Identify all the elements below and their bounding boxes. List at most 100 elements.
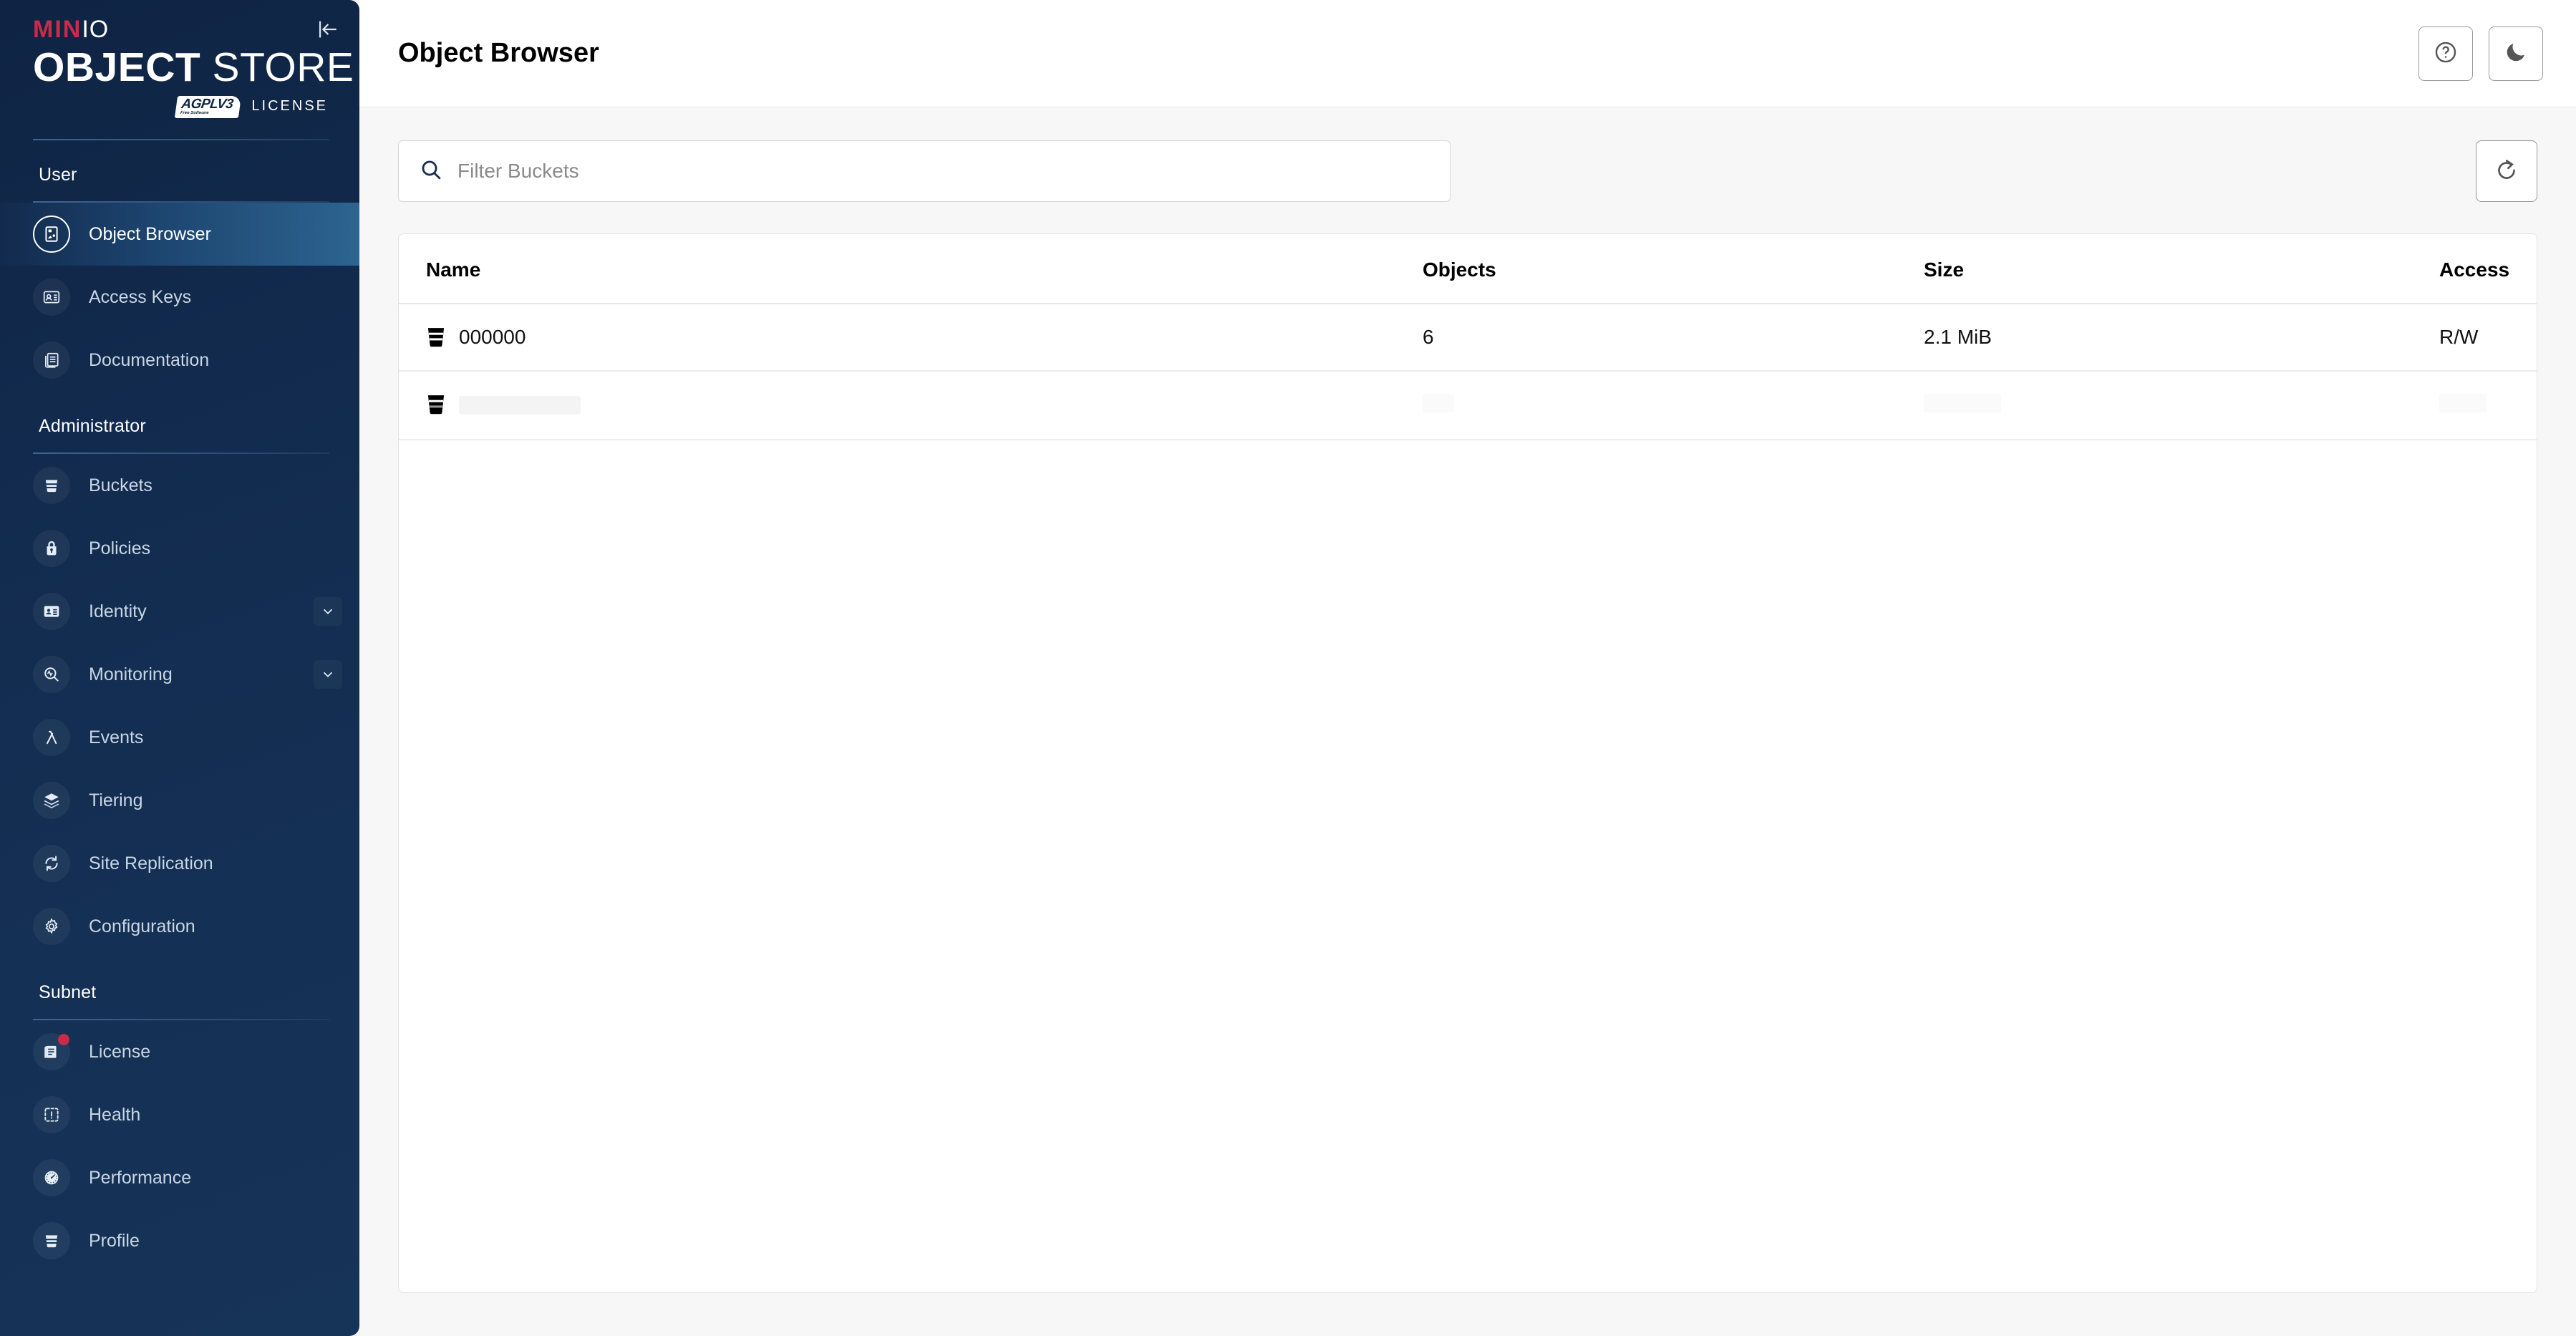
monitoring-icon [33,656,70,694]
bucket-name-cell [426,393,1423,417]
help-circle-icon [2434,40,2458,67]
table-head: Name Objects Size Access [399,234,2537,304]
bucket-objects-placeholder [1423,393,1454,412]
sidebar-item-label: Configuration [89,916,195,936]
brand-io: IO [82,16,110,43]
buckets-table-card: Name Objects Size Access 000000 6 2.1 Mi… [398,233,2537,1293]
sidebar-section-subnet: Subnet License Health Performance Profil… [0,982,359,1272]
theme-toggle-button[interactable] [2489,26,2543,81]
content-area: Name Objects Size Access [359,107,2576,1336]
agpl-subtitle: Free Software [180,110,210,115]
sidebar-item-buckets[interactable]: Buckets [0,454,359,517]
identity-card-icon [33,593,70,631]
collapse-sidebar-icon[interactable] [315,17,339,42]
topbar-actions [2418,26,2543,81]
license-badge-row: AGPLV3 Free Software LICENSE [33,95,332,118]
main-content: Object Browser Filter Buckets Name Objec… [359,0,2576,1336]
filter-row [398,140,2537,202]
product-wordmark: OBJECT STORE [33,44,354,90]
buckets-table: Name Objects Size Access 000000 6 2.1 Mi… [399,234,2537,440]
bucket-access: R/W [2439,304,2537,372]
sidebar-item-access-keys[interactable]: Access Keys [0,266,359,329]
agpl-badge: AGPLV3 Free Software [175,95,242,118]
sidebar-item-label: Access Keys [89,286,192,307]
object-browser-icon [33,216,70,253]
sidebar-item-label: Health [89,1104,141,1125]
search-input[interactable] [457,141,1430,201]
sidebar-item-label: License [89,1041,151,1062]
column-header-access[interactable]: Access [2439,234,2537,304]
sidebar-item-performance[interactable]: Performance [0,1146,359,1209]
moon-icon [2504,40,2528,67]
sidebar-item-label: Buckets [89,475,152,495]
sidebar-item-health[interactable]: Health [0,1083,359,1146]
sidebar-item-policies[interactable]: Policies [0,517,359,580]
sidebar-item-label: Profile [89,1230,140,1251]
section-label-subnet: Subnet [39,982,97,1003]
section-label-user: User [39,165,77,185]
table-row[interactable]: 000000 6 2.1 MiB R/W [399,304,2537,372]
sidebar-item-monitoring[interactable]: Monitoring [0,643,359,706]
sidebar-item-profile[interactable]: Profile [0,1209,359,1272]
license-label: LICENSE [251,98,328,115]
sidebar-item-label: Documentation [89,349,210,370]
sidebar: MINIO OBJECT STORE AGPLV3 Free Software … [0,0,359,1336]
bucket-objects: 6 [1423,304,1924,372]
gauge-icon [33,1159,70,1197]
health-icon [33,1096,70,1134]
sidebar-item-label: Monitoring [89,664,173,684]
bucket-access-placeholder [2439,393,2487,412]
bucket-icon [33,467,70,505]
sidebar-item-site-replication[interactable]: Site Replication [0,832,359,895]
sidebar-item-license[interactable]: License [0,1020,359,1083]
sidebar-item-label: Events [89,727,144,747]
agpl-version: AGPLV3 [180,96,235,112]
sidebar-item-object-browser[interactable]: Object Browser [0,203,359,266]
help-button[interactable] [2418,26,2473,81]
lambda-icon [33,719,70,757]
minio-wordmark: MINIO [33,17,332,42]
sidebar-item-configuration[interactable]: Configuration [0,895,359,958]
chevron-down-icon[interactable] [314,660,342,689]
table-body: 000000 6 2.1 MiB R/W [399,304,2537,440]
section-label-administrator: Administrator [39,416,146,437]
column-header-name[interactable]: Name [399,234,1423,304]
sidebar-item-label: Performance [89,1167,192,1188]
product-store: STORE [212,44,354,90]
sidebar-item-events[interactable]: Events [0,706,359,769]
sidebar-top-divider [33,139,329,141]
license-document-icon [33,1033,70,1071]
column-header-objects[interactable]: Objects [1423,234,1924,304]
profile-bucket-icon [33,1222,70,1260]
notification-badge [58,1034,69,1046]
sidebar-item-identity[interactable]: Identity [0,580,359,643]
sync-icon [33,845,70,883]
page-title: Object Browser [398,38,599,68]
bucket-name-cell: 000000 [426,326,1423,349]
sidebar-item-label: Object Browser [89,223,211,244]
table-row-loading[interactable] [399,371,2537,440]
sidebar-item-tiering[interactable]: Tiering [0,769,359,832]
app-root: MINIO OBJECT STORE AGPLV3 Free Software … [0,0,2576,1336]
product-object: OBJECT [33,44,201,90]
search-icon [419,158,443,185]
access-keys-icon [33,279,70,316]
sidebar-section-administrator: Administrator Buckets Policies Identity … [0,416,359,958]
sidebar-section-user: User Object Browser Access Keys Document… [0,165,359,392]
bucket-name: 000000 [459,326,526,348]
lock-icon [33,530,70,568]
bucket-size: 2.1 MiB [1924,304,2439,372]
column-header-size[interactable]: Size [1924,234,2439,304]
gear-icon [33,908,70,946]
sidebar-item-label: Identity [89,601,147,621]
filter-buckets-box[interactable] [398,140,1451,202]
refresh-button[interactable] [2476,140,2537,202]
bucket-size-placeholder [1924,393,2001,412]
sidebar-item-documentation[interactable]: Documentation [0,329,359,392]
bucket-icon [426,393,446,417]
layers-icon [33,782,70,820]
sidebar-item-label: Site Replication [89,853,213,873]
documentation-icon [33,342,70,379]
refresh-icon [2494,158,2519,185]
chevron-down-icon[interactable] [314,597,342,626]
